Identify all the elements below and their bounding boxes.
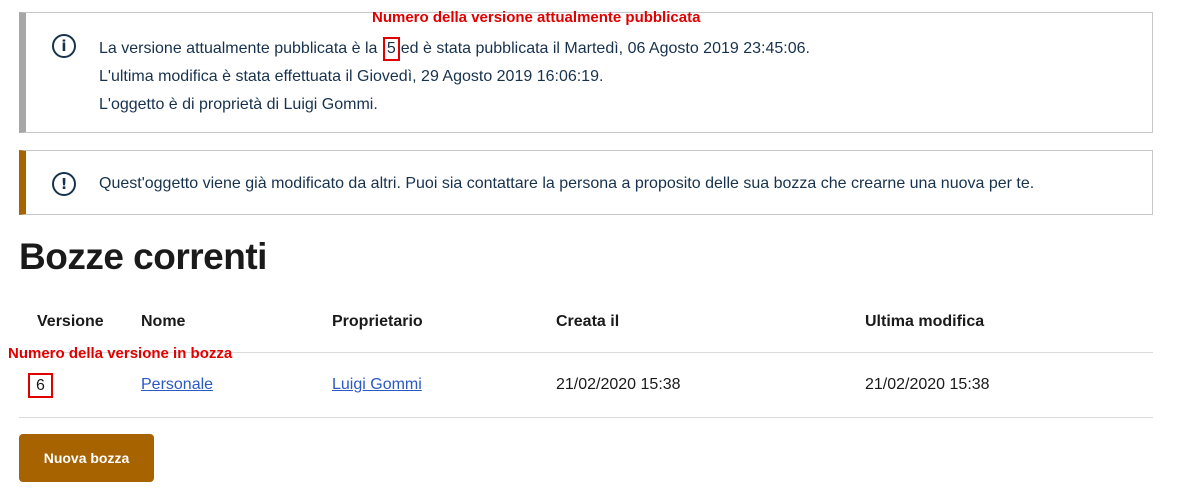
published-info-suffix: ed è stata pubblicata il Martedì, 06 Ago… [400, 40, 810, 57]
column-header-created: Creata il [556, 313, 620, 330]
table-divider [19, 417, 1153, 418]
column-header-name: Nome [141, 313, 186, 330]
column-header-owner: Proprietario [332, 313, 423, 330]
info-icon: i [52, 34, 76, 58]
owner-line: L'oggetto è di proprietà di Luigi Gommi. [99, 96, 378, 113]
draft-name-link[interactable]: Personale [141, 376, 213, 393]
column-header-modified: Ultima modifica [865, 313, 985, 330]
annotation-draft-version: Numero della versione in bozza [8, 345, 233, 362]
draft-version-number: 6 [28, 373, 53, 398]
owner-link[interactable]: Luigi Gommi [332, 376, 422, 393]
table-cell-modified: 21/02/2020 15:38 [865, 376, 990, 393]
warning-callout: ! Quest'oggetto viene già modificato da … [19, 150, 1153, 215]
info-callout-text: La versione attualmente pubblicata è la … [99, 35, 810, 119]
published-info-line: La versione attualmente pubblicata è la … [99, 35, 810, 63]
column-header-version: Versione [37, 313, 104, 330]
last-modified-line: L'ultima modifica è stata effettuata il … [99, 68, 604, 85]
table-cell-owner: Luigi Gommi [332, 376, 422, 394]
published-info-prefix: La versione attualmente pubblicata è la [99, 40, 378, 57]
annotation-published-version: Numero della versione attualmente pubbli… [372, 9, 701, 26]
info-callout: i La versione attualmente pubblicata è l… [19, 12, 1153, 133]
warning-text: Quest'oggetto viene già modificato da al… [99, 175, 1035, 192]
table-cell-created: 21/02/2020 15:38 [556, 376, 681, 393]
table-cell-name: Personale [141, 376, 213, 394]
new-draft-button[interactable]: Nuova bozza [19, 434, 154, 482]
section-title: Bozze correnti [19, 236, 267, 277]
warning-icon: ! [52, 172, 76, 196]
published-version-number: 5 [382, 37, 400, 61]
